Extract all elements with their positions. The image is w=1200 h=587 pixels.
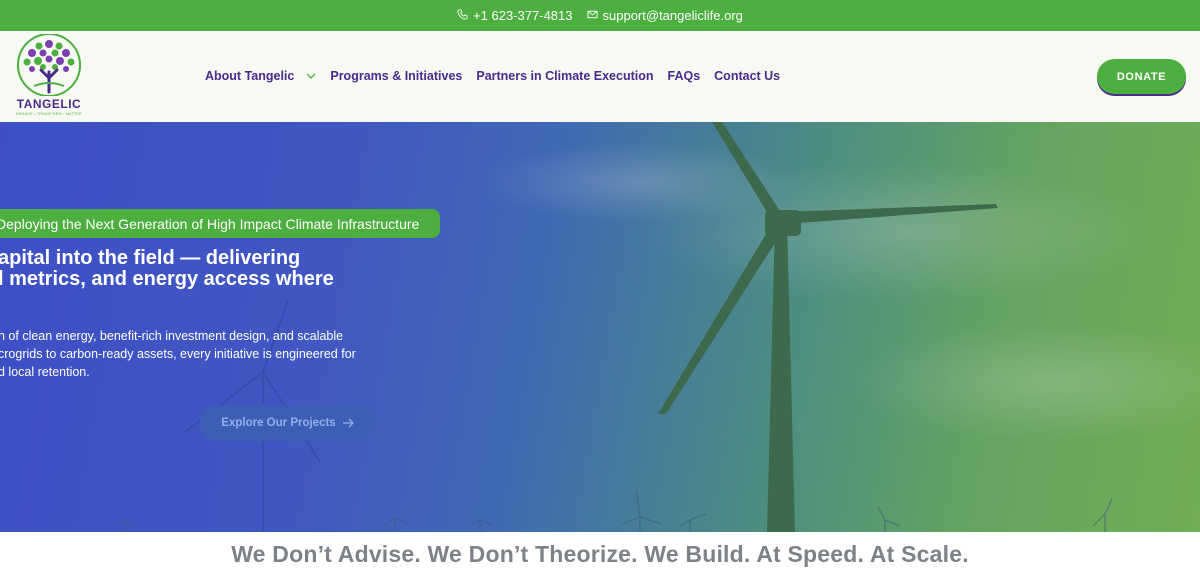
- nav-programs[interactable]: Programs & Initiatives: [330, 69, 462, 83]
- nav-partners-label: Partners in Climate Execution: [476, 69, 654, 83]
- nav-about[interactable]: About Tangelic: [205, 69, 316, 83]
- email-link[interactable]: support@tangeliclife.org: [586, 8, 743, 23]
- hero-headline: apital into the field — delivering l met…: [0, 247, 334, 290]
- arrow-right-icon: [342, 418, 354, 428]
- hero-section: Deploying the Next Generation of High Im…: [0, 122, 1200, 532]
- explore-projects-button[interactable]: Explore Our Projects: [200, 405, 375, 441]
- nav-about-label: About Tangelic: [205, 69, 295, 83]
- nav-contact-label: Contact Us: [714, 69, 781, 83]
- contact-bar: +1 623-377-4813 support@tangeliclife.org: [0, 0, 1200, 31]
- brand-tagline: ENGAGE • TRANSFORM • MATTER: [16, 112, 82, 116]
- tree-logo-icon: [17, 33, 81, 97]
- explore-projects-label: Explore Our Projects: [221, 417, 336, 429]
- chevron-down-icon: [306, 73, 316, 79]
- nav-contact[interactable]: Contact Us: [714, 69, 780, 83]
- phone-icon: [457, 8, 468, 23]
- mail-icon: [586, 8, 598, 23]
- tagline-section: We Don’t Advise. We Don’t Theorize. We B…: [0, 532, 1200, 587]
- phone-link[interactable]: +1 623-377-4813: [457, 8, 573, 23]
- email-address: support@tangeliclife.org: [602, 8, 743, 23]
- main-nav: About Tangelic Programs & Initiatives Pa…: [205, 69, 780, 83]
- nav-partners[interactable]: Partners in Climate Execution: [476, 69, 653, 83]
- nav-faqs[interactable]: FAQs: [668, 69, 701, 83]
- tagline-heading: We Don’t Advise. We Don’t Theorize. We B…: [231, 541, 969, 567]
- phone-number: +1 623-377-4813: [473, 8, 573, 23]
- donate-button[interactable]: DONATE: [1097, 59, 1186, 94]
- nav-programs-label: Programs & Initiatives: [330, 69, 463, 83]
- hero-eyebrow: Deploying the Next Generation of High Im…: [0, 209, 440, 238]
- hero-body: n of clean energy, benefit-rich investme…: [0, 329, 356, 379]
- site-header: TANGELIC ENGAGE • TRANSFORM • MATTER Abo…: [0, 31, 1200, 122]
- brand-name: TANGELIC: [16, 97, 82, 111]
- logo[interactable]: TANGELIC ENGAGE • TRANSFORM • MATTER: [14, 33, 84, 118]
- nav-faqs-label: FAQs: [667, 69, 701, 83]
